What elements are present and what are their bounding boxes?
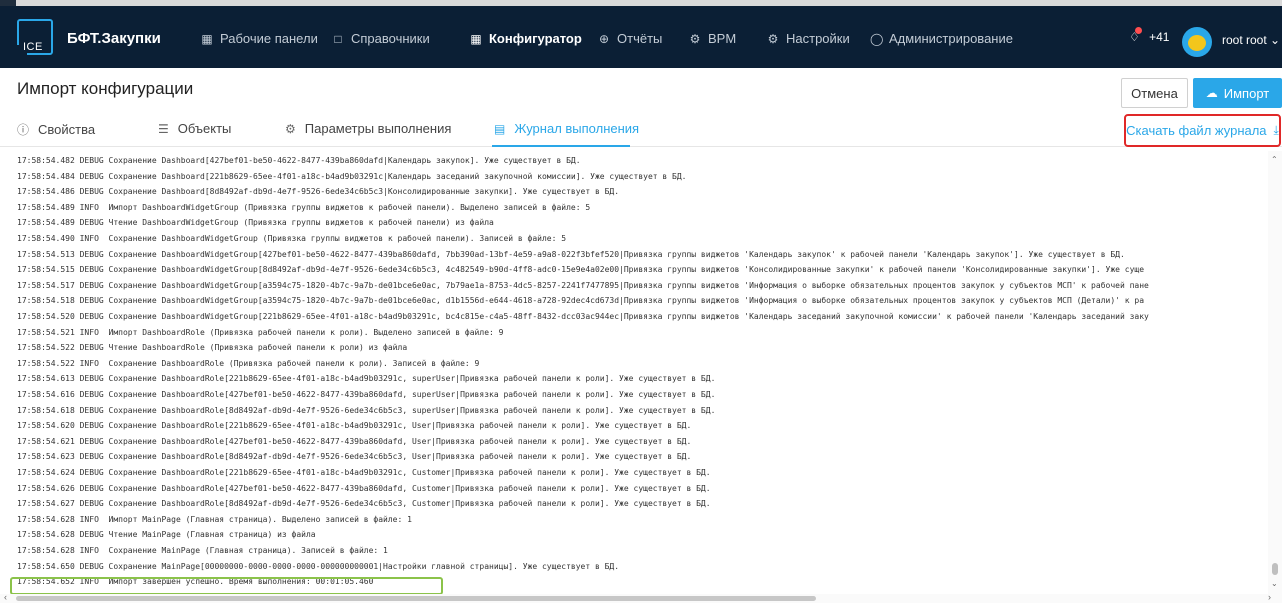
log-line: 17:58:54.626 DEBUG Сохранение DashboardR…: [17, 483, 711, 493]
shield-icon: ◯: [870, 31, 884, 46]
log-line: 17:58:54.627 DEBUG Сохранение DashboardR…: [17, 499, 711, 509]
log-line: 17:58:54.620 DEBUG Сохранение DashboardR…: [17, 421, 692, 431]
nav-administration-label: Администрирование: [889, 31, 1013, 46]
book-icon: □: [334, 31, 342, 46]
log-line: 17:58:54.616 DEBUG Сохранение DashboardR…: [17, 390, 716, 399]
tab-execution-params[interactable]: ⚙ Параметры выполнения: [285, 121, 451, 136]
log-line: 17:58:54.621 DEBUG Сохранение DashboardR…: [17, 436, 692, 446]
log-line: 17:58:54.650 DEBUG Сохранение MainPage[0…: [17, 561, 620, 571]
tabs-bar: ⓘ Свойства ☰ Объекты ⚙ Параметры выполне…: [0, 114, 1282, 147]
notification-dot: [1135, 27, 1142, 34]
list-icon: ☰: [158, 121, 169, 136]
tab-properties[interactable]: ⓘ Свойства: [17, 121, 95, 138]
active-tab-indicator: [492, 145, 630, 147]
info-icon: ⓘ: [17, 123, 30, 137]
nav-configurator-label: Конфигуратор: [489, 31, 582, 46]
settings-icon: ⚙: [285, 121, 296, 136]
avatar[interactable]: [1182, 27, 1212, 57]
grid-icon: ▦: [470, 31, 482, 46]
horizontal-scrollbar[interactable]: ‹ ›: [0, 592, 1282, 603]
nav-directories-label: Справочники: [351, 31, 430, 46]
tab-execution-params-label: Параметры выполнения: [304, 121, 452, 136]
report-icon: ⊕: [598, 31, 610, 46]
nav-reports[interactable]: ⊕ Отчёты: [598, 31, 662, 46]
log-line: 17:58:54.490 INFO Сохранение DashboardWi…: [17, 234, 567, 243]
log-line: 17:58:54.628 INFO Сохранение MainPage (Г…: [17, 546, 388, 555]
log-line: 17:58:54.517 DEBUG Сохранение DashboardW…: [17, 280, 1149, 290]
import-button[interactable]: ☁ Импорт: [1193, 78, 1282, 108]
cancel-button[interactable]: Отмена: [1121, 78, 1188, 108]
download-icon: ⤓: [1273, 123, 1279, 137]
dashboard-icon: ▦: [201, 31, 213, 46]
scroll-left-icon[interactable]: ‹: [4, 592, 7, 602]
log-line: 17:58:54.628 DEBUG Чтение MainPage (Глав…: [17, 530, 316, 540]
log-line: 17:58:54.482 DEBUG Сохранение Dashboard[…: [17, 156, 581, 165]
log-line: 17:58:54.624 DEBUG Сохранение DashboardR…: [17, 468, 711, 477]
vertical-scroll-thumb[interactable]: [1272, 563, 1278, 575]
log-line: 17:58:54.628 INFO Импорт MainPage (Главн…: [17, 514, 412, 524]
nav-configurator[interactable]: ▦ Конфигуратор: [470, 31, 582, 46]
navbar: ICE БФТ.Закупки ▦ Рабочие панели □ Справ…: [0, 6, 1282, 68]
bpm-icon: ⚙: [689, 31, 701, 46]
user-name: root root: [1222, 33, 1267, 47]
chevron-down-icon: ⌄: [1270, 33, 1281, 47]
log-line: 17:58:54.489 DEBUG Чтение DashboardWidge…: [17, 218, 494, 228]
user-menu[interactable]: root root ⌄: [1222, 33, 1280, 47]
app-brand[interactable]: БФТ.Закупки: [67, 30, 161, 47]
log-line: 17:58:54.489 INFO Импорт DashboardWidget…: [17, 202, 591, 212]
upload-cloud-icon: ☁: [1205, 86, 1218, 100]
vertical-scrollbar[interactable]: ⌃ ⌄: [1268, 151, 1282, 594]
nav-reports-label: Отчёты: [617, 31, 663, 46]
logo-text: ICE: [23, 41, 43, 53]
nav-directories[interactable]: □ Справочники: [332, 31, 430, 46]
nav-dashboards[interactable]: ▦ Рабочие панели: [201, 31, 318, 46]
scroll-right-icon[interactable]: ›: [1268, 592, 1271, 602]
tab-objects-label: Объекты: [177, 121, 232, 136]
download-log-label: Скачать файл журнала: [1126, 123, 1267, 138]
nav-bpm-label: BPM: [708, 31, 737, 46]
horizontal-scroll-thumb[interactable]: [16, 596, 816, 601]
nav-settings[interactable]: ⚙ Настройки: [767, 31, 850, 46]
notifications[interactable]: ♢ +41: [1129, 27, 1170, 44]
log-line: 17:58:54.484 DEBUG Сохранение Dashboard[…: [17, 171, 687, 181]
app-logo[interactable]: ICE: [15, 19, 53, 57]
log-line: 17:58:54.522 DEBUG Чтение DashboardRole …: [17, 343, 408, 353]
nav-administration[interactable]: ◯ Администрирование: [870, 31, 1013, 46]
scroll-down-icon[interactable]: ⌄: [1271, 579, 1278, 588]
log-line: 17:58:54.618 DEBUG Сохранение DashboardR…: [17, 405, 716, 415]
tab-execution-log[interactable]: ▤ Журнал выполнения: [494, 121, 639, 136]
page-title: Импорт конфигурации: [17, 79, 194, 98]
tab-objects[interactable]: ☰ Объекты: [158, 121, 231, 136]
nav-bpm[interactable]: ⚙ BPM: [689, 31, 737, 46]
gear-icon: ⚙: [767, 31, 779, 46]
download-log-button[interactable]: Скачать файл журнала ⤓: [1124, 114, 1281, 147]
nav-settings-label: Настройки: [786, 31, 850, 46]
log-panel[interactable]: 17:58:54.482 DEBUG Сохранение Dashboard[…: [0, 151, 1268, 594]
nav-dashboards-label: Рабочие панели: [220, 31, 318, 46]
tab-execution-log-label: Журнал выполнения: [514, 121, 640, 136]
scroll-up-icon[interactable]: ⌃: [1271, 155, 1278, 164]
journal-icon: ▤: [494, 121, 506, 136]
tab-properties-label: Свойства: [38, 122, 96, 137]
log-line: 17:58:54.613 DEBUG Сохранение DashboardR…: [17, 374, 716, 384]
notification-count: +41: [1149, 30, 1170, 44]
log-line: 17:58:54.486 DEBUG Сохранение Dashboard[…: [17, 187, 620, 197]
log-line: 17:58:54.521 INFO Импорт DashboardRole (…: [17, 327, 504, 337]
log-line: 17:58:54.518 DEBUG Сохранение DashboardW…: [17, 296, 1145, 306]
success-highlight-box: [10, 577, 443, 595]
log-line: 17:58:54.513 DEBUG Сохранение DashboardW…: [17, 249, 1125, 259]
log-line: 17:58:54.623 DEBUG Сохранение DashboardR…: [17, 452, 692, 462]
avatar-face: [1188, 35, 1206, 51]
log-line: 17:58:54.520 DEBUG Сохранение DashboardW…: [17, 312, 1149, 321]
import-button-label: Импорт: [1223, 85, 1270, 101]
log-line: 17:58:54.522 INFO Сохранение DashboardRo…: [17, 358, 480, 368]
log-line: 17:58:54.515 DEBUG Сохранение DashboardW…: [17, 265, 1145, 275]
